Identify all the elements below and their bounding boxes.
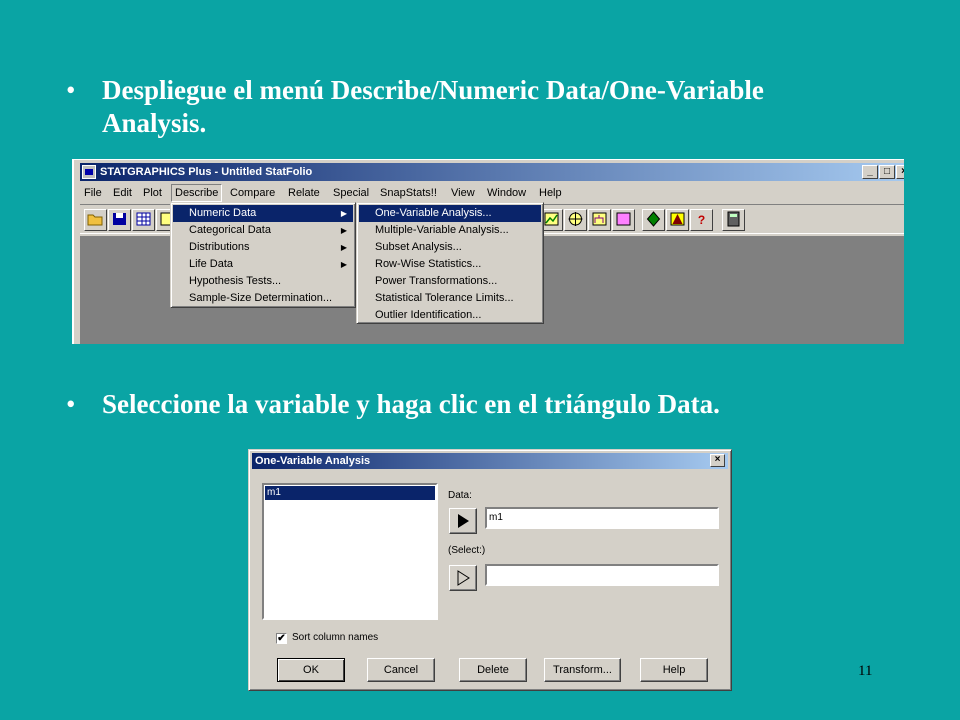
menu-describe[interactable]: Describe [171, 184, 223, 202]
describe-menu-item[interactable]: Sample-Size Determination... [173, 290, 353, 307]
close-button[interactable]: × [896, 165, 904, 179]
help-button[interactable]: Help [640, 658, 708, 682]
describe-menu-item[interactable]: Hypothesis Tests... [173, 273, 353, 290]
tree-diagram-icon[interactable] [588, 209, 611, 231]
menu-file[interactable]: File [84, 185, 102, 201]
data-field[interactable]: m1 [485, 507, 719, 529]
menu-edit[interactable]: Edit [113, 185, 132, 201]
play-triangle-outline-icon [457, 570, 470, 586]
instruction-text-1: Despliegue el menú Describe/Numeric Data… [102, 75, 764, 138]
open-folder-icon[interactable] [84, 209, 107, 231]
dialog-titlebar: One-Variable Analysis × [252, 453, 728, 469]
target-icon[interactable] [564, 209, 587, 231]
submenu-item[interactable]: Statistical Tolerance Limits... [359, 290, 541, 307]
save-disk-icon[interactable] [108, 209, 131, 231]
delete-button[interactable]: Delete [459, 658, 527, 682]
submenu-item[interactable]: Outlier Identification... [359, 307, 541, 324]
window-title: STATGRAPHICS Plus - Untitled StatFolio [100, 166, 313, 178]
describe-menu-item[interactable]: Numeric Data ▶ [173, 205, 353, 222]
calculator-icon[interactable] [722, 209, 745, 231]
submenu-arrow-icon: ▶ [340, 260, 347, 269]
bullet-dot: • [66, 75, 76, 105]
data-arrow-button[interactable] [449, 508, 477, 534]
submenu-item[interactable]: Row-Wise Statistics... [359, 256, 541, 273]
menu-relate[interactable]: Relate [288, 185, 320, 201]
dialog-close-button[interactable]: × [710, 454, 725, 467]
variable-list[interactable]: m1 [262, 483, 438, 620]
window-titlebar: STATGRAPHICS Plus - Untitled StatFolio _… [80, 163, 904, 181]
sort-column-names-label: Sort column names [292, 632, 379, 643]
transform-button[interactable]: Transform... [544, 658, 621, 682]
dialog-title: One-Variable Analysis [255, 455, 371, 467]
play-triangle-icon [458, 514, 469, 528]
bullet-dot: • [66, 389, 76, 419]
describe-menu-item[interactable]: Life Data ▶ [173, 256, 353, 273]
data-label: Data: [448, 490, 472, 501]
menu-special[interactable]: Special [333, 185, 369, 201]
numeric-data-submenu: One-Variable Analysis... Multiple-Variab… [356, 202, 544, 324]
instruction-text-2: Seleccione la variable y haga clic en el… [102, 389, 720, 419]
one-variable-analysis-dialog: One-Variable Analysis × m1 Data: m1 (Sel… [248, 449, 732, 691]
glm-icon[interactable] [612, 209, 635, 231]
submenu-item[interactable]: Power Transformations... [359, 273, 541, 290]
select-arrow-button[interactable] [449, 565, 477, 591]
menu-help[interactable]: Help [539, 185, 562, 201]
submenu-item[interactable]: Multiple-Variable Analysis... [359, 222, 541, 239]
menu-snapstats[interactable]: SnapStats!! [380, 185, 437, 201]
submenu-item[interactable]: One-Variable Analysis... [359, 205, 541, 222]
submenu-arrow-icon: ▶ [340, 243, 347, 252]
menu-view[interactable]: View [451, 185, 475, 201]
list-item[interactable]: m1 [265, 486, 435, 500]
menu-compare[interactable]: Compare [230, 185, 275, 201]
describe-menu-item[interactable]: Distributions ▶ [173, 239, 353, 256]
cancel-button[interactable]: Cancel [367, 658, 435, 682]
menu-window[interactable]: Window [487, 185, 526, 201]
maximize-button[interactable]: □ [879, 165, 895, 179]
menu-bar: File Edit Plot Describe Compare Relate S… [80, 182, 904, 202]
describe-menu-item[interactable]: Categorical Data ▶ [173, 222, 353, 239]
spreadsheet-icon[interactable] [132, 209, 155, 231]
statgraphics-window: STATGRAPHICS Plus - Untitled StatFolio _… [72, 159, 904, 344]
instruction-bullet-2: • Seleccione la variable y haga clic en … [66, 388, 866, 424]
app-icon [82, 165, 96, 179]
help-icon[interactable]: ? [690, 209, 713, 231]
sort-checkbox[interactable]: ✔ [276, 633, 287, 644]
describe-menu: Numeric Data ▶ Categorical Data ▶ Distribu… [170, 202, 356, 308]
page-number: 11 [858, 663, 873, 679]
menu-plot[interactable]: Plot [143, 185, 162, 201]
select-label: (Select:) [448, 545, 486, 556]
submenu-arrow-icon: ▶ [340, 226, 347, 235]
wizard-icon[interactable] [666, 209, 689, 231]
submenu-item[interactable]: Subset Analysis... [359, 239, 541, 256]
snapstats-icon[interactable] [642, 209, 665, 231]
instruction-bullet-1: • Despliegue el menú Describe/Numeric Da… [66, 74, 866, 144]
select-field[interactable] [485, 564, 719, 586]
minimize-button[interactable]: _ [862, 165, 878, 179]
ok-button[interactable]: OK [277, 658, 345, 682]
submenu-arrow-icon: ▶ [340, 209, 347, 218]
